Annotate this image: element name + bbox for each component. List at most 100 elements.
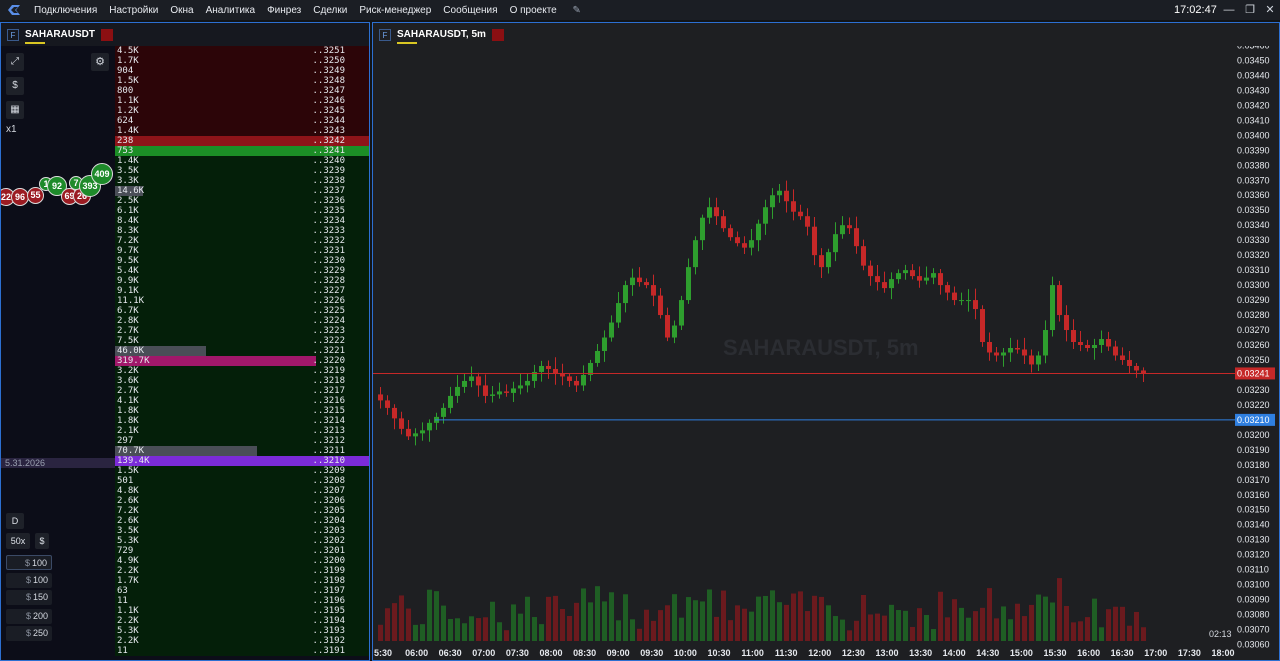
orderbook-row[interactable]: 9.7K ..3231	[115, 246, 369, 256]
currency-button[interactable]: $	[35, 533, 49, 549]
menu-risk-manager[interactable]: Риск-менеджер	[353, 5, 437, 16]
orderbook-row[interactable]: 4.1K ..3216	[115, 396, 369, 406]
time-tick-label: 14:00	[943, 648, 966, 658]
orderbook-row[interactable]: 238 ..3242	[115, 136, 369, 146]
orderbook-row[interactable]: 1.5K ..3248	[115, 76, 369, 86]
orderbook-row[interactable]: 8.4K ..3234	[115, 216, 369, 226]
orderbook-row[interactable]: 2.8K ..3224	[115, 316, 369, 326]
candle-body	[763, 207, 768, 224]
orderbook-row[interactable]: 7.5K ..3222	[115, 336, 369, 346]
amount-button[interactable]: $250	[6, 626, 52, 641]
orderbook-row[interactable]: 2.2K ..3194	[115, 616, 369, 626]
orderbook-row[interactable]: 46.0K ..3221	[115, 346, 369, 356]
color-tag[interactable]	[101, 28, 113, 41]
menu-windows[interactable]: Окна	[164, 5, 199, 16]
orderbook-row[interactable]: 5.3K ..3193	[115, 626, 369, 636]
orderbook-row[interactable]: 139.4K ..3210	[115, 456, 369, 466]
orderbook-row[interactable]: 1.5K ..3209	[115, 466, 369, 476]
menu-analytics[interactable]: Аналитика	[200, 5, 262, 16]
orderbook-row[interactable]: 297 ..3212	[115, 436, 369, 446]
orderbook-price: ..3226	[312, 296, 345, 306]
pin-icon[interactable]: ✎	[569, 5, 585, 16]
orderbook-row[interactable]: 3.6K ..3218	[115, 376, 369, 386]
candle-body	[693, 240, 698, 268]
orderbook-row[interactable]: 11.1K ..3226	[115, 296, 369, 306]
orderbook-row[interactable]: 11 ..3191	[115, 646, 369, 656]
orderbook-row[interactable]: 9.5K ..3230	[115, 256, 369, 266]
orderbook-row[interactable]: 4.8K ..3207	[115, 486, 369, 496]
orderbook-row[interactable]: 1.4K ..3243	[115, 126, 369, 136]
orderbook-row[interactable]: 2.2K ..3199	[115, 566, 369, 576]
orderbook-row[interactable]: 1.4K ..3240	[115, 156, 369, 166]
orderbook-row[interactable]: 2.7K ..3217	[115, 386, 369, 396]
orderbook-symbol[interactable]: SAHARAUSDT	[25, 29, 95, 44]
amount-button[interactable]: $150	[6, 590, 52, 605]
minimize-icon[interactable]: —	[1222, 3, 1236, 17]
orderbook-row[interactable]: 3.5K ..3239	[115, 166, 369, 176]
orderbook-row[interactable]: 5.3K ..3202	[115, 536, 369, 546]
orderbook-row[interactable]: 729 ..3201	[115, 546, 369, 556]
amount-button[interactable]: $100	[6, 555, 52, 570]
menu-connections[interactable]: Подключения	[28, 5, 103, 16]
chart-add-icon[interactable]: ⤢	[6, 53, 24, 71]
orderbook-row[interactable]: 7.2K ..3205	[115, 506, 369, 516]
restore-icon[interactable]: ❐	[1243, 3, 1257, 17]
mode-button[interactable]: D	[6, 513, 24, 529]
orderbook-row[interactable]: 9.9K ..3228	[115, 276, 369, 286]
orderbook-row[interactable]: 2.6K ..3204	[115, 516, 369, 526]
orderbook-row[interactable]: 6.1K ..3235	[115, 206, 369, 216]
orderbook-row[interactable]: 904 ..3249	[115, 66, 369, 76]
dollar-icon[interactable]: $	[6, 77, 24, 95]
orderbook-row[interactable]: 2.6K ..3206	[115, 496, 369, 506]
volume-bar	[1064, 606, 1069, 641]
menu-about[interactable]: О проекте	[504, 5, 563, 16]
orderbook-row[interactable]: 11 ..3196	[115, 596, 369, 606]
orderbook-row[interactable]: 2.5K ..3236	[115, 196, 369, 206]
candle-body	[1106, 339, 1111, 347]
orderbook-row[interactable]: 70.7K ..3211	[115, 446, 369, 456]
orderbook-row[interactable]: 4.9K ..3200	[115, 556, 369, 566]
orderbook-row[interactable]: 14.6K ..3237	[115, 186, 369, 196]
orderbook-row[interactable]: 1.7K ..3250	[115, 56, 369, 66]
volume-bar	[742, 608, 747, 641]
orderbook-row[interactable]: 1.8K ..3215	[115, 406, 369, 416]
amount-button[interactable]: $200	[6, 609, 52, 624]
gear-icon[interactable]: ⚙	[91, 53, 109, 71]
orderbook-row[interactable]: 1.1K ..3246	[115, 96, 369, 106]
color-tag[interactable]	[491, 28, 504, 41]
orderbook-row[interactable]: 2.2K ..3192	[115, 636, 369, 646]
volume-bar	[581, 588, 586, 641]
orderbook-row[interactable]: 4.5K ..3251	[115, 46, 369, 56]
close-icon[interactable]: ✕	[1263, 3, 1277, 17]
multiplier-label[interactable]: x1	[6, 124, 17, 135]
orderbook-row[interactable]: 5.4K ..3229	[115, 266, 369, 276]
orderbook-row[interactable]: 9.1K ..3227	[115, 286, 369, 296]
orderbook-row[interactable]: 3.2K ..3219	[115, 366, 369, 376]
orderbook-row[interactable]: 1.8K ..3214	[115, 416, 369, 426]
orderbook-row[interactable]: 1.1K ..3195	[115, 606, 369, 616]
chart-symbol[interactable]: SAHARAUSDT, 5m	[397, 29, 486, 44]
orderbook-row[interactable]: 800 ..3247	[115, 86, 369, 96]
menu-finres[interactable]: Финрез	[261, 5, 307, 16]
menu-trades[interactable]: Сделки	[307, 5, 353, 16]
orderbook-row[interactable]: 319.7K ..3220	[115, 356, 369, 366]
orderbook-row[interactable]: 501 ..3208	[115, 476, 369, 486]
orderbook-row[interactable]: 1.2K ..3245	[115, 106, 369, 116]
orderbook-row[interactable]: 2.1K ..3213	[115, 426, 369, 436]
orderbook-row[interactable]: 2.7K ..3223	[115, 326, 369, 336]
orderbook-row[interactable]: 753 ..3241	[115, 146, 369, 156]
orderbook-row[interactable]: 6.7K ..3225	[115, 306, 369, 316]
orderbook-row[interactable]: 63 ..3197	[115, 586, 369, 596]
orderbook-row[interactable]: 8.3K ..3233	[115, 226, 369, 236]
orderbook-row[interactable]: 7.2K ..3232	[115, 236, 369, 246]
menu-settings[interactable]: Настройки	[103, 5, 164, 16]
calculator-icon[interactable]: ▦	[6, 101, 24, 119]
orderbook-row[interactable]: 3.5K ..3203	[115, 526, 369, 536]
orderbook-row[interactable]: 1.7K ..3198	[115, 576, 369, 586]
orderbook-row[interactable]: 624 ..3244	[115, 116, 369, 126]
amount-button[interactable]: $100	[6, 573, 52, 588]
leverage-button[interactable]: 50x	[6, 533, 30, 549]
menu-messages[interactable]: Сообщения	[437, 5, 503, 16]
orderbook-row[interactable]: 3.3K ..3238	[115, 176, 369, 186]
price-chart[interactable]: 0.03460 0.03450 0.03440 0.03430 0.03420 0.034…	[373, 46, 1279, 660]
